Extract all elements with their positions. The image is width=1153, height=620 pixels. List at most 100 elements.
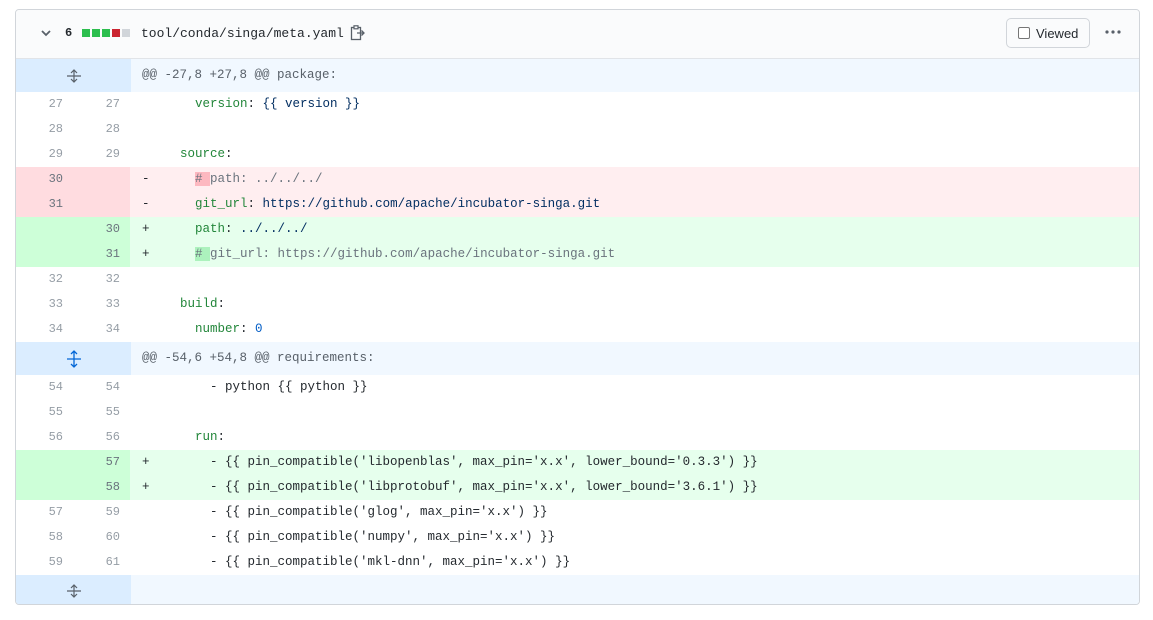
old-line-number[interactable]: 30 bbox=[16, 167, 73, 192]
chevron-down-icon[interactable] bbox=[38, 25, 54, 41]
diff-sign: - bbox=[142, 197, 150, 211]
new-line-number[interactable]: 29 bbox=[73, 142, 130, 167]
old-line-number[interactable] bbox=[16, 217, 73, 242]
yaml-key: number bbox=[195, 322, 241, 336]
changed-highlight: # bbox=[195, 247, 211, 261]
changed-highlight: # bbox=[195, 172, 211, 186]
yaml-value: {{ version }} bbox=[262, 97, 361, 111]
new-line-number[interactable]: 33 bbox=[73, 292, 130, 317]
new-line-number[interactable]: 59 bbox=[73, 500, 130, 525]
diff-sign: + bbox=[142, 222, 150, 236]
diff-sign bbox=[130, 267, 165, 292]
diffstat-block bbox=[112, 29, 120, 37]
old-line-number[interactable]: 55 bbox=[16, 400, 73, 425]
context-line: 57 59 - {{ pin_compatible('glog', max_pin… bbox=[16, 500, 1139, 525]
code-line: - {{ pin_compatible('libprotobuf', max_p… bbox=[165, 480, 758, 494]
unfold-icon[interactable] bbox=[16, 575, 131, 604]
new-line-number[interactable] bbox=[73, 192, 130, 217]
code-line: # path: ../../../ bbox=[165, 167, 1139, 192]
diff-sign bbox=[130, 292, 165, 317]
file-header: 6 tool/conda/singa/meta.yaml Viewed bbox=[16, 10, 1139, 59]
code-line: number: 0 bbox=[195, 322, 263, 336]
context-line: 58 60 - {{ pin_compatible('numpy', max_pi… bbox=[16, 525, 1139, 550]
context-line: 54 54 - python {{ python }} bbox=[16, 375, 1139, 400]
diff-sign bbox=[130, 92, 165, 117]
code-line: build: bbox=[180, 297, 226, 311]
hunk-header-row: @@ -27,8 +27,8 @@ package: bbox=[16, 59, 1139, 92]
old-line-number[interactable]: 29 bbox=[16, 142, 73, 167]
old-line-number[interactable]: 28 bbox=[16, 117, 73, 142]
comment-text: path: ../../../ bbox=[210, 172, 323, 186]
unfold-icon[interactable] bbox=[16, 59, 131, 92]
yaml-value: ../../../ bbox=[240, 222, 308, 236]
new-line-number[interactable]: 58 bbox=[73, 475, 130, 500]
unfold-icon[interactable] bbox=[16, 342, 131, 375]
new-line-number[interactable]: 57 bbox=[73, 450, 130, 475]
diff-sign bbox=[130, 117, 165, 142]
code-line: # git_url: https://github.com/apache/inc… bbox=[165, 242, 1139, 267]
deleted-line: 30 - # path: ../../../ bbox=[16, 167, 1139, 192]
old-line-number[interactable]: 33 bbox=[16, 292, 73, 317]
old-line-number[interactable]: 54 bbox=[16, 375, 73, 400]
viewed-checkbox[interactable] bbox=[1018, 27, 1030, 39]
code-line: - {{ pin_compatible('numpy', max_pin='x.… bbox=[165, 530, 556, 544]
new-line-number[interactable]: 56 bbox=[73, 425, 130, 450]
hunk-header: @@ -27,8 +27,8 @@ package: bbox=[142, 68, 338, 82]
new-line-number[interactable]: 32 bbox=[73, 267, 130, 292]
old-line-number[interactable] bbox=[16, 450, 73, 475]
new-line-number[interactable]: 55 bbox=[73, 400, 130, 425]
code-line: - {{ pin_compatible('glog', max_pin='x.x… bbox=[165, 505, 548, 519]
old-line-number[interactable]: 34 bbox=[16, 317, 73, 342]
old-line-number[interactable] bbox=[16, 475, 73, 500]
new-line-number[interactable]: 61 bbox=[73, 550, 130, 575]
diff-sign: - bbox=[142, 172, 150, 186]
viewed-label: Viewed bbox=[1036, 25, 1079, 41]
new-line-number[interactable]: 30 bbox=[73, 217, 130, 242]
new-line-number[interactable] bbox=[73, 167, 130, 192]
context-line: 33 33 build: bbox=[16, 292, 1139, 317]
old-line-number[interactable]: 27 bbox=[16, 92, 73, 117]
file-path-link[interactable]: tool/conda/singa/meta.yaml bbox=[141, 26, 344, 41]
diffstat bbox=[82, 29, 131, 39]
copy-icon[interactable] bbox=[349, 24, 367, 42]
diff-sign bbox=[130, 400, 165, 425]
old-line-number[interactable]: 56 bbox=[16, 425, 73, 450]
new-line-number[interactable]: 54 bbox=[73, 375, 130, 400]
diff-sign: + bbox=[142, 480, 150, 494]
new-line-number[interactable]: 60 bbox=[73, 525, 130, 550]
added-line: 30 + path: ../../../ bbox=[16, 217, 1139, 242]
new-line-number[interactable]: 34 bbox=[73, 317, 130, 342]
yaml-value: https://github.com/apache/incubator-sing… bbox=[262, 197, 601, 211]
new-line-number[interactable]: 31 bbox=[73, 242, 130, 267]
diff-sign bbox=[130, 550, 165, 575]
old-line-number[interactable]: 31 bbox=[16, 192, 73, 217]
diff-sign bbox=[130, 375, 165, 400]
context-line: 55 55 bbox=[16, 400, 1139, 425]
context-line: 34 34 number: 0 bbox=[16, 317, 1139, 342]
context-line: 56 56 run: bbox=[16, 425, 1139, 450]
code-line: - python {{ python }} bbox=[165, 380, 368, 394]
old-line-number[interactable]: 59 bbox=[16, 550, 73, 575]
kebab-horizontal-icon[interactable] bbox=[1103, 22, 1123, 42]
context-line: 29 29 source: bbox=[16, 142, 1139, 167]
old-line-number[interactable] bbox=[16, 242, 73, 267]
context-line: 28 28 bbox=[16, 117, 1139, 142]
new-line-number[interactable]: 28 bbox=[73, 117, 130, 142]
hunk-header bbox=[131, 575, 142, 604]
added-line: 57 + - {{ pin_compatible('libopenblas', m… bbox=[16, 450, 1139, 475]
yaml-value: 0 bbox=[255, 322, 263, 336]
diff-sign bbox=[130, 142, 165, 167]
diff-sign: + bbox=[142, 247, 150, 261]
old-line-number[interactable]: 58 bbox=[16, 525, 73, 550]
new-line-number[interactable]: 27 bbox=[73, 92, 130, 117]
deleted-line: 31 - git_url: https://github.com/apache/i… bbox=[16, 192, 1139, 217]
comment-text: git_url: https://github.com/apache/incub… bbox=[210, 247, 616, 261]
hunk-header-row: @@ -54,6 +54,8 @@ requirements: bbox=[16, 342, 1139, 375]
old-line-number[interactable]: 32 bbox=[16, 267, 73, 292]
code-line: git_url: https://github.com/apache/incub… bbox=[195, 197, 601, 211]
old-line-number[interactable]: 57 bbox=[16, 500, 73, 525]
viewed-checkbox-button[interactable]: Viewed bbox=[1006, 18, 1090, 48]
added-line: 31 + # git_url: https://github.com/apache… bbox=[16, 242, 1139, 267]
